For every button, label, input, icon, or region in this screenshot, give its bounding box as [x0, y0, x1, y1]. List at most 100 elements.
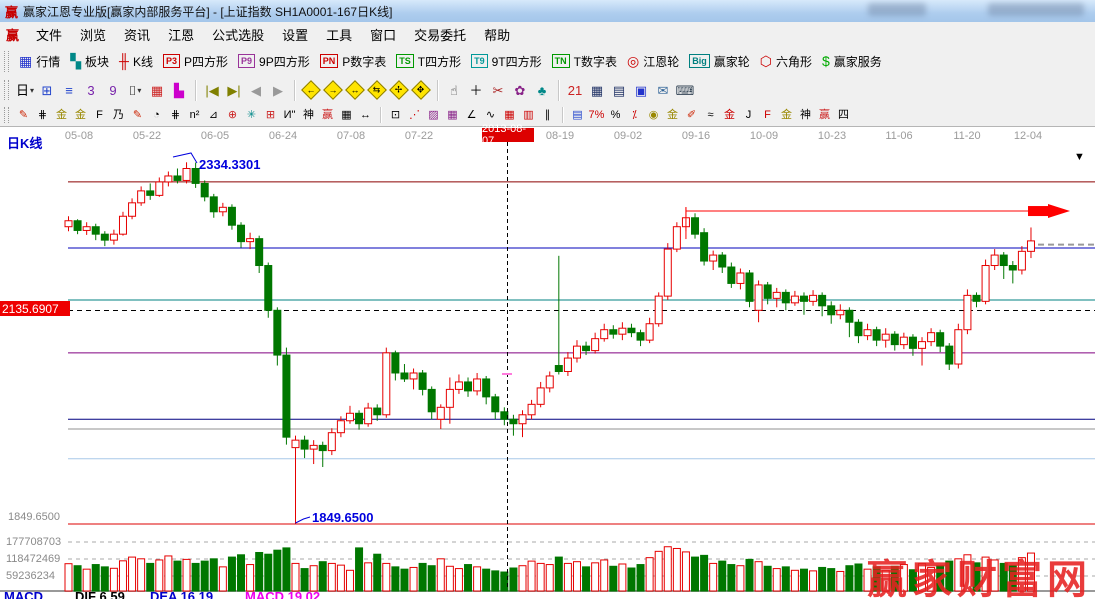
- j-angle-tool[interactable]: J: [739, 107, 758, 124]
- box-tool[interactable]: ⊡: [386, 107, 405, 124]
- web-star-tool[interactable]: ✳: [242, 107, 261, 124]
- zigzag-tool[interactable]: ∿: [481, 107, 500, 124]
- pattern-box-icon[interactable]: ▦: [146, 80, 168, 100]
- menu-item-2[interactable]: 资讯: [115, 22, 159, 47]
- shen-comb-tool[interactable]: 神: [299, 107, 318, 124]
- red-grid2-tool[interactable]: ▥: [519, 107, 538, 124]
- ninep-square-button[interactable]: P99P四方形: [233, 51, 315, 72]
- red-fan-tool[interactable]: ⋰: [405, 107, 424, 124]
- menu-item-0[interactable]: 文件: [27, 22, 71, 47]
- shen-angle-tool[interactable]: 神: [796, 107, 815, 124]
- red-grid-tool[interactable]: ▦: [500, 107, 519, 124]
- volume-bar: [455, 569, 462, 591]
- kline-button[interactable]: ╫K线: [114, 51, 158, 72]
- seven-percent-tool[interactable]: 7%: [587, 107, 606, 124]
- quote-list-icon[interactable]: ≡: [58, 80, 80, 100]
- t-number-table-button[interactable]: TNT数字表: [547, 51, 622, 72]
- nai-comb-tool[interactable]: 乃: [109, 107, 128, 124]
- gold-line-tool[interactable]: 金: [663, 107, 682, 124]
- menu-item-8[interactable]: 交易委托: [405, 22, 475, 47]
- purple-grid-fan-tool[interactable]: ▦: [443, 107, 462, 124]
- pan-left-diamond[interactable]: ←: [300, 80, 322, 100]
- ying-angle-tool[interactable]: 赢: [815, 107, 834, 124]
- parallel-lines-tool[interactable]: ∥: [538, 107, 557, 124]
- p-number-table-button[interactable]: PNP数字表: [315, 51, 392, 72]
- pan-right-diamond[interactable]: →: [322, 80, 344, 100]
- gold-red-tool[interactable]: 金: [720, 107, 739, 124]
- winner-wheel-button[interactable]: Big赢家轮: [684, 51, 755, 72]
- f-comb-tool[interactable]: F: [90, 107, 109, 124]
- angle-ray-tool[interactable]: ∠: [462, 107, 481, 124]
- menu-item-7[interactable]: 窗口: [361, 22, 405, 47]
- computer-button[interactable]: ⌨: [674, 80, 696, 100]
- gann-flower-tool[interactable]: ✿: [509, 80, 531, 100]
- gann-wheel-button[interactable]: ◎江恩轮: [622, 51, 684, 72]
- grid-123-tool[interactable]: ▦: [337, 107, 356, 124]
- crosshair-tool[interactable]: ＋: [465, 80, 487, 100]
- winner-service-button[interactable]: $赢家服务: [817, 51, 887, 72]
- candle-style-dropdown-icon: ⌷: [129, 84, 137, 97]
- f-angle-tool[interactable]: F: [758, 107, 777, 124]
- chart-dropdown-icon[interactable]: ▼: [1074, 151, 1085, 163]
- gold-comb-1-tool[interactable]: 金: [52, 107, 71, 124]
- next-button[interactable]: ▶: [267, 80, 289, 100]
- wave-mark-tool[interactable]: И": [280, 107, 299, 124]
- comb-lines-tool[interactable]: ⋕: [33, 107, 52, 124]
- ruler-comb-tool[interactable]: ⋕: [166, 107, 185, 124]
- indicator-name[interactable]: MACD: [4, 589, 43, 599]
- span-arrow-tool[interactable]: ↔: [356, 107, 375, 124]
- angle-line-tool[interactable]: ⊿: [204, 107, 223, 124]
- color-histogram-icon[interactable]: ▙: [168, 80, 190, 100]
- gold-circle-tool[interactable]: ◉: [644, 107, 663, 124]
- column-chart-tool[interactable]: ▤: [568, 107, 587, 124]
- period-daily-dropdown[interactable]: 日▾: [14, 80, 36, 100]
- time-compass-tool[interactable]: ◔: [147, 107, 166, 124]
- pencil2-tool[interactable]: ✎: [128, 107, 147, 124]
- gold-comb-2-tool[interactable]: 金: [71, 107, 90, 124]
- wave-tool[interactable]: ≈: [701, 107, 720, 124]
- menu-item-3[interactable]: 江恩: [159, 22, 203, 47]
- calendar-button[interactable]: 21: [564, 80, 586, 100]
- first-page-button[interactable]: |◀: [201, 80, 223, 100]
- target-circle-tool[interactable]: ⊕: [223, 107, 242, 124]
- n-square-tool[interactable]: n²: [185, 107, 204, 124]
- candle-style-dropdown[interactable]: ⌷▾: [124, 80, 146, 100]
- percent-tool[interactable]: %: [606, 107, 625, 124]
- menu-item-6[interactable]: 工具: [317, 22, 361, 47]
- brain-tool[interactable]: ♣: [531, 80, 553, 100]
- expand-h-diamond[interactable]: ↔: [344, 80, 366, 100]
- calculator-button[interactable]: ▦: [586, 80, 608, 100]
- p-square-button[interactable]: P3P四方形: [158, 51, 233, 72]
- menu-item-5[interactable]: 设置: [273, 22, 317, 47]
- prev-button[interactable]: ◀: [245, 80, 267, 100]
- window-layout-icon[interactable]: ⊞: [36, 80, 58, 100]
- si-angle-tool[interactable]: 四: [834, 107, 853, 124]
- grid-web-tool[interactable]: ⊞: [261, 107, 280, 124]
- hexagon-button[interactable]: ⬡六角形: [755, 51, 817, 72]
- last-page-button[interactable]: ▶|: [223, 80, 245, 100]
- percent-lines-tool[interactable]: ⁒: [625, 107, 644, 124]
- bars-3-icon[interactable]: 3: [80, 80, 102, 100]
- fit-all-diamond[interactable]: ✥: [410, 80, 432, 100]
- ninet-square-button[interactable]: T99T四方形: [466, 51, 547, 72]
- save-button[interactable]: ▣: [630, 80, 652, 100]
- menu-item-4[interactable]: 公式选股: [203, 22, 273, 47]
- hand-tool[interactable]: ☝: [443, 80, 465, 100]
- notes-button[interactable]: ▤: [608, 80, 630, 100]
- menu-item-9[interactable]: 帮助: [475, 22, 519, 47]
- purple-box-fan-tool[interactable]: ▨: [424, 107, 443, 124]
- quotes-button[interactable]: ▦行情: [14, 51, 65, 72]
- expand-all-diamond[interactable]: ✢: [388, 80, 410, 100]
- compress-h-diamond[interactable]: ⇆: [366, 80, 388, 100]
- ying-comb-tool[interactable]: 赢: [318, 107, 337, 124]
- flag-tool[interactable]: ✐: [682, 107, 701, 124]
- menu-item-1[interactable]: 浏览: [71, 22, 115, 47]
- t-square-button[interactable]: TST四方形: [391, 51, 466, 72]
- sectors-button[interactable]: ▚板块: [65, 51, 114, 72]
- gold-angle-tool[interactable]: 金: [777, 107, 796, 124]
- pencil-tool[interactable]: ✎: [14, 107, 33, 124]
- measure-tool[interactable]: ✂: [487, 80, 509, 100]
- mail-button[interactable]: ✉: [652, 80, 674, 100]
- bars-9-icon[interactable]: 9: [102, 80, 124, 100]
- candlestick-chart-surface[interactable]: [0, 127, 1095, 599]
